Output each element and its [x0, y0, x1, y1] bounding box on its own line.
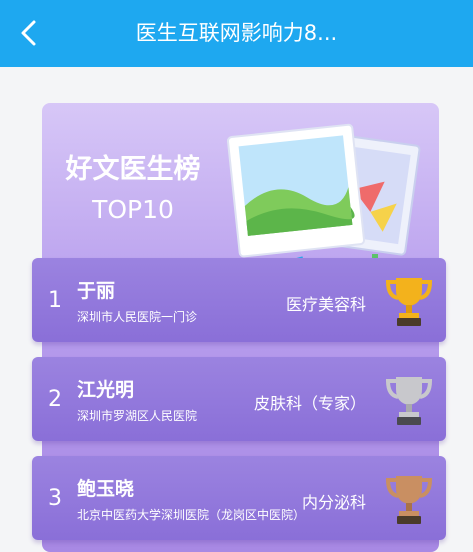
back-button[interactable]: [12, 15, 48, 51]
leaderboard-subtitle: TOP10: [92, 195, 174, 224]
page-title: 医生互联网影响力8...: [135, 21, 338, 45]
doctor-hospital: 深圳市罗湖区人民医院: [77, 409, 198, 423]
leaderboard-title: 好文医生榜: [65, 154, 201, 185]
doctor-name: 于丽: [77, 280, 116, 302]
rank-number: 3: [48, 485, 62, 511]
ranking-row-3[interactable]: 3 鲍玉晓 北京中医药大学深圳医院（龙岗区中医院） 内分泌科: [32, 456, 446, 540]
doctor-hospital: 深圳市人民医院一门诊: [77, 310, 198, 324]
doctor-department: 皮肤科（专家）: [253, 394, 366, 413]
gold-trophy-icon: [385, 278, 433, 326]
bronze-trophy-icon: [385, 476, 433, 524]
doctor-hospital: 北京中医药大学深圳医院（龙岗区中医院）: [77, 508, 306, 522]
photo-stack-icon: [226, 123, 421, 258]
ranking-row-1[interactable]: 1 于丽 深圳市人民医院一门诊 医疗美容科: [32, 258, 446, 342]
doctor-department: 医疗美容科: [285, 295, 366, 314]
ranking-row-2[interactable]: 2 江光明 深圳市罗湖区人民医院 皮肤科（专家）: [32, 357, 446, 441]
rank-number: 2: [48, 386, 62, 412]
silver-trophy-icon: [385, 377, 433, 425]
doctor-name: 江光明: [77, 379, 135, 401]
top-nav-bar: 医生互联网影响力8...: [0, 0, 473, 67]
chevron-left-icon: [21, 20, 36, 46]
doctor-department: 内分泌科: [301, 493, 366, 512]
rank-number: 1: [48, 287, 62, 313]
doctor-name: 鲍玉晓: [77, 478, 135, 500]
